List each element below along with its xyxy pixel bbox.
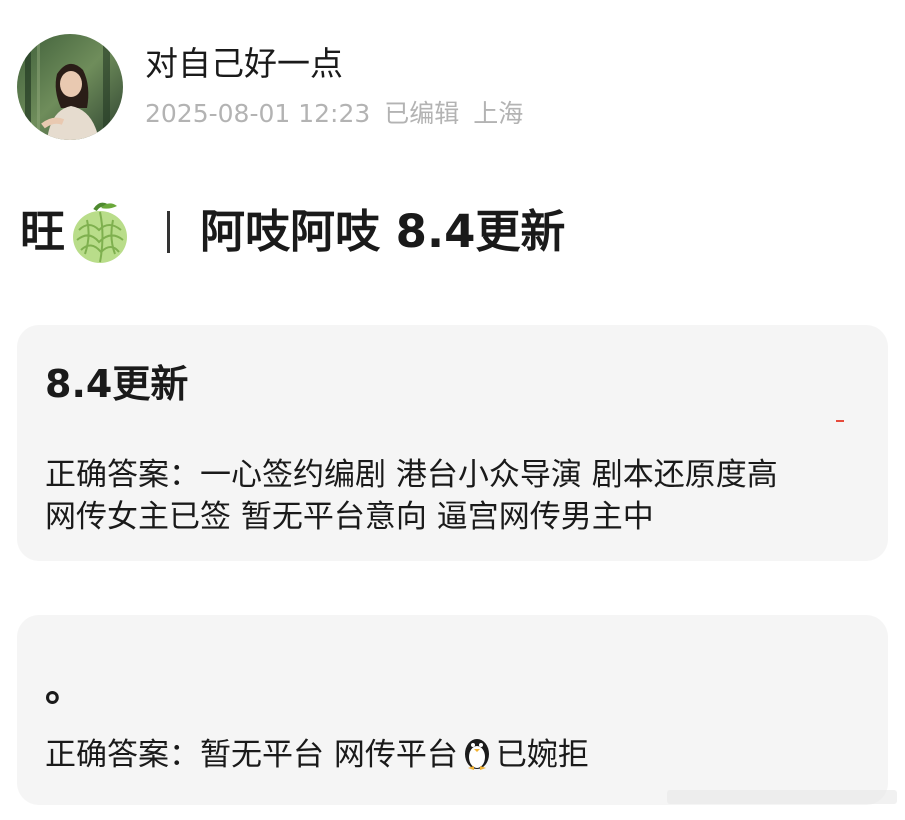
title-divider (167, 211, 171, 253)
post-meta: 2025-08-01 12:23 已编辑 上海 (145, 97, 537, 131)
penguin-icon (462, 733, 492, 771)
post-location: 上海 (473, 99, 524, 128)
post-timestamp: 2025-08-01 12:23 (145, 99, 371, 128)
card-line: 正确答案：一心签约编剧 港台小众导演 剧本还原度高 (45, 457, 778, 493)
update-card: 8.4更新 正确答案：一心签约编剧 港台小众导演 剧本还原度高 网传女主已签 暂… (17, 325, 888, 561)
card-text: 已婉拒 (495, 737, 589, 773)
red-mark (836, 420, 844, 422)
card-text: 正确答案：暂无平台 网传平台 (45, 737, 458, 773)
answer-card: 。 正确答案：暂无平台 网传平台 已婉拒 (17, 615, 888, 805)
edited-label: 已编辑 (384, 99, 460, 128)
author-name[interactable]: 对自己好一点 (145, 42, 343, 86)
title-prefix: 旺 (20, 205, 66, 258)
card-body: 正确答案：一心签约编剧 港台小众导演 剧本还原度高 网传女主已签 暂无平台意向 … (45, 454, 858, 538)
card-heading: 8.4更新 (45, 362, 189, 406)
title-main: 阿吱阿吱 8.4更新 (200, 205, 566, 258)
post-title: 旺 阿吱阿吱 8.4更新 (20, 196, 565, 268)
post-page: 对自己好一点 2025-08-01 12:23 已编辑 上海 旺 阿吱阿吱 8.4更… (0, 0, 905, 820)
card-heading: 。 (45, 666, 84, 710)
watermark (667, 786, 897, 808)
card-line: 网传女主已签 暂无平台意向 逼宫网传男主中 (45, 499, 654, 535)
card-body: 正确答案：暂无平台 网传平台 已婉拒 (45, 733, 858, 776)
avatar[interactable] (17, 34, 123, 140)
melon-icon (71, 200, 129, 264)
